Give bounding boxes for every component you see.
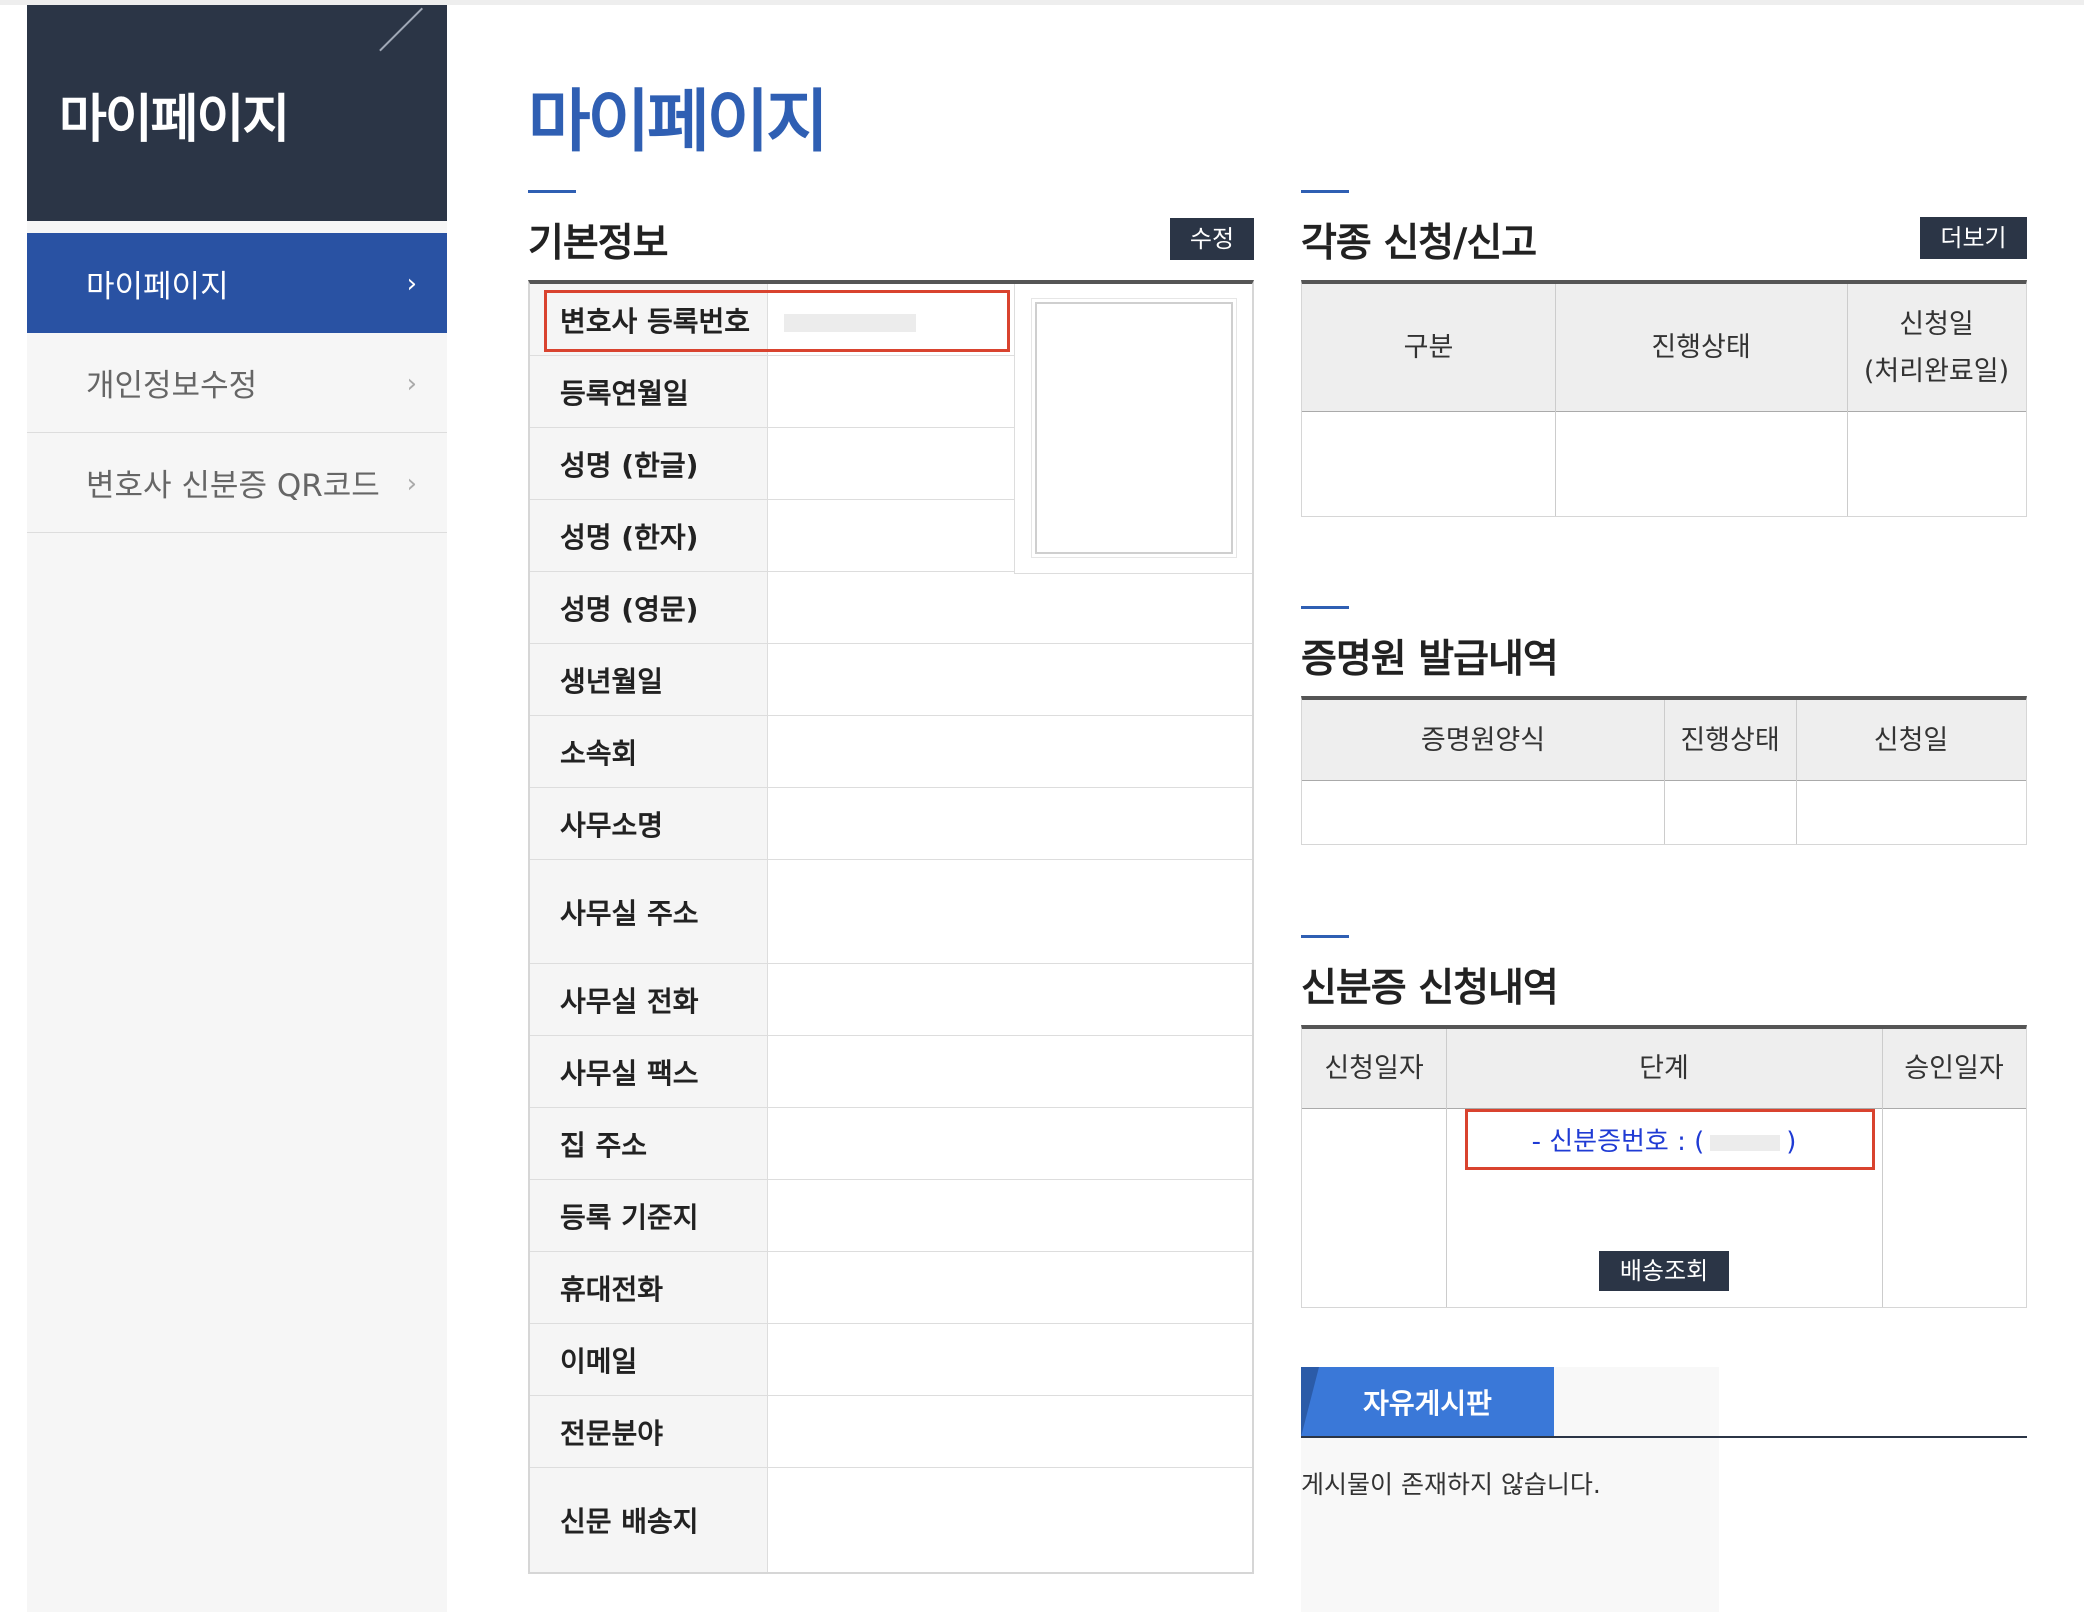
info-label: 성명 (영문) [530,572,768,643]
info-label: 등록연월일 [530,356,768,427]
certificates-title: 증명원 발급내역 [1301,637,1559,682]
delivery-tracking-button[interactable]: 배송조회 [1599,1251,1729,1291]
column-header: 증명원양식 [1420,724,1546,756]
info-label: 사무실 팩스 [530,1036,768,1107]
info-row: 성명 (영문) [530,572,1252,644]
more-button[interactable]: 더보기 [1920,217,2027,259]
photo-cell [1014,284,1252,574]
section-marker [528,190,576,193]
info-row: 사무실 주소 [530,860,1252,964]
section-marker [1301,935,1349,938]
table-header: 신청일자 단계 승인일자 [1302,1029,2026,1109]
info-label: 등록 기준지 [530,1180,768,1251]
info-row: 사무소명 [530,788,1252,860]
info-label: 신문 배송지 [530,1468,768,1572]
id-card-title: 신분증 신청내역 [1301,966,1559,1011]
sidebar-title: 마이페이지 [59,90,290,150]
info-label: 휴대전화 [530,1252,768,1323]
column-header: 진행상태 [1680,724,1780,756]
chevron-right-icon: › [406,469,417,499]
applications-title: 각종 신청/신고 [1301,221,1537,266]
info-row: 이메일 [530,1324,1252,1396]
info-row: 휴대전화 [530,1252,1252,1324]
divider [1796,700,1797,844]
info-label: 이메일 [530,1324,768,1395]
tab-notch [1301,1367,1319,1437]
tab-label: 자유게시판 [1363,1387,1492,1420]
sidebar-item-edit-profile[interactable]: 개인정보수정 › [27,333,447,433]
chevron-right-icon: › [406,369,417,399]
info-row: 생년월일 [530,644,1252,716]
profile-photo [1031,298,1237,558]
basic-info-title: 기본정보 [528,221,669,266]
section-marker [1301,190,1349,193]
tab-free-board[interactable]: 자유게시판 [1301,1367,1554,1437]
applications-table: 구분 진행상태 신청일 (처리완료일) [1301,280,2027,517]
sidebar: 마이페이지 마이페이지 › 개인정보수정 › 변호사 신분증 QR코드 › [27,5,447,1612]
info-row: 전문분야 [530,1396,1252,1468]
sidebar-header: 마이페이지 [27,5,447,221]
info-label: 성명 (한글) [530,428,768,499]
sidebar-menu: 마이페이지 › 개인정보수정 › 변호사 신분증 QR코드 › [27,233,447,533]
info-label: 생년월일 [530,644,768,715]
section-marker [1301,606,1349,609]
column-header: 신청일자 [1324,1053,1424,1085]
highlight-box [1465,1109,1875,1170]
sidebar-item-label: 변호사 신분증 QR코드 [86,468,380,504]
divider [1446,1029,1447,1307]
board-divider [1301,1436,2027,1438]
edit-button[interactable]: 수정 [1170,218,1254,260]
info-label: 집 주소 [530,1108,768,1179]
board-empty-message: 게시물이 존재하지 않습니다. [1301,1470,1601,1499]
column-header: 진행상태 [1651,332,1751,364]
divider [1847,284,1848,516]
table-header: 구분 진행상태 신청일 (처리완료일) [1302,284,2026,412]
sidebar-item-mypage[interactable]: 마이페이지 › [27,233,447,333]
highlight-box [544,290,1010,352]
info-label: 전문분야 [530,1396,768,1467]
info-label: 소속회 [530,716,768,787]
info-row: 집 주소 [530,1108,1252,1180]
info-row: 사무실 팩스 [530,1036,1252,1108]
basic-info-table: 변호사 등록번호 등록연월일 성명 (한글) 성명 (한자) 성명 (영문) 생… [528,280,1254,1574]
page-title: 마이페이지 [528,83,829,162]
sidebar-item-label: 마이페이지 [86,268,229,305]
info-row: 사무실 전화 [530,964,1252,1036]
chevron-right-icon: › [406,269,417,299]
info-label: 사무실 전화 [530,964,768,1035]
divider [1664,700,1665,844]
column-header: 단계 [1639,1053,1689,1085]
column-header: 구분 [1403,332,1454,364]
divider [1555,284,1556,516]
certificates-table: 증명원양식 진행상태 신청일 [1301,696,2027,845]
info-label: 사무소명 [530,788,768,859]
column-header: 신청일 (처리완료일) [1863,308,2010,387]
info-label: 사무실 주소 [530,860,768,963]
divider [1882,1029,1883,1307]
column-header: 승인일자 [1904,1053,2004,1085]
info-row: 등록 기준지 [530,1180,1252,1252]
decorative-diagonal [379,7,423,52]
column-header: 신청일 [1873,724,1949,756]
info-label: 성명 (한자) [530,500,768,571]
sidebar-item-qr-code[interactable]: 변호사 신분증 QR코드 › [27,433,447,533]
info-row: 신문 배송지 [530,1468,1252,1572]
info-row: 소속회 [530,716,1252,788]
sidebar-item-label: 개인정보수정 [86,368,258,404]
